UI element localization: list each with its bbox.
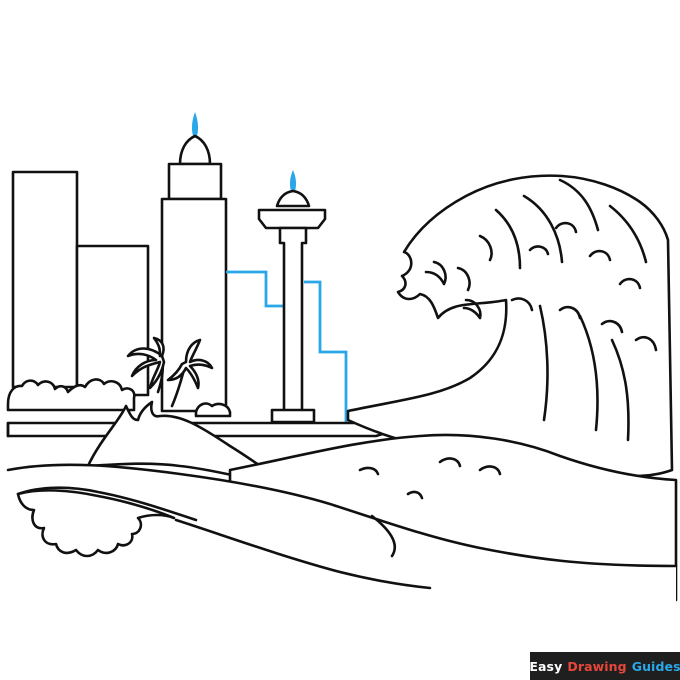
tower-spire-flame-icon	[191, 112, 199, 136]
tidal-wave	[346, 174, 674, 478]
brand-word-guides: Guides	[631, 658, 680, 674]
drawing-canvas	[6, 112, 678, 680]
observation-tower-flame-icon	[289, 170, 297, 191]
left-skyscraper	[11, 170, 79, 389]
brand-logo-badge: Easy Drawing Guides	[529, 652, 680, 680]
observation-tower	[257, 170, 327, 424]
brand-word-easy: Easy	[529, 658, 563, 674]
brand-word-drawing: Drawing	[567, 658, 627, 674]
